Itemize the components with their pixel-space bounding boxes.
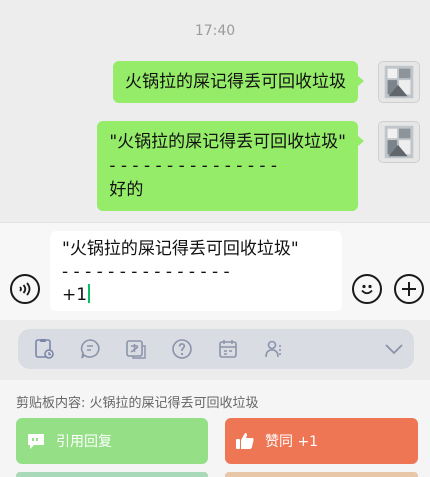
quote-reply-label: 引用回复 bbox=[56, 434, 112, 450]
voice-icon bbox=[16, 280, 34, 298]
input-bar: "火锅拉的屎记得丢可回收垃圾" - - - - - - - - - - - - … bbox=[0, 222, 430, 320]
more-button[interactable] bbox=[394, 274, 424, 304]
keyboard-toolbar bbox=[18, 329, 414, 369]
message-bubble-2[interactable]: "火锅拉的屎记得丢可回收垃圾" - - - - - - - - - - - - … bbox=[97, 121, 364, 211]
avatar[interactable] bbox=[378, 61, 420, 103]
chat-area: 17:40 火锅拉的屎记得丢可回收垃圾 "火锅拉的屎记得丢可回收垃圾" - - … bbox=[0, 0, 430, 222]
keyboard-toolbar-area bbox=[0, 320, 430, 380]
plus-icon bbox=[400, 280, 418, 298]
message-input-text: "火锅拉的屎记得丢可回收垃圾" - - - - - - - - - - - - … bbox=[62, 239, 299, 305]
panel-strip bbox=[16, 472, 208, 477]
avatar[interactable] bbox=[378, 121, 420, 163]
quote-reply-button[interactable]: 引用回复 bbox=[16, 418, 208, 464]
clipboard-icon[interactable] bbox=[32, 337, 56, 361]
quote-icon bbox=[26, 432, 46, 450]
collapse-icon[interactable] bbox=[382, 337, 406, 361]
calendar-icon[interactable] bbox=[216, 337, 240, 361]
message-bubble-1[interactable]: 火锅拉的屎记得丢可回收垃圾 bbox=[113, 61, 364, 103]
panel-strip bbox=[225, 472, 418, 477]
emoji-icon bbox=[357, 279, 377, 299]
emoji-button[interactable] bbox=[352, 274, 382, 304]
agree-plus-one-label: 赞同 +1 bbox=[265, 434, 319, 450]
question-icon[interactable] bbox=[170, 337, 194, 361]
clipboard-content-label: 剪贴板内容: 火锅拉的屎记得丢可回收垃圾 bbox=[16, 396, 259, 411]
chat-icon[interactable] bbox=[78, 337, 102, 361]
translate-icon[interactable] bbox=[124, 337, 148, 361]
agree-plus-one-button[interactable]: 赞同 +1 bbox=[225, 418, 418, 464]
thumbs-up-icon bbox=[235, 432, 255, 450]
text-caret bbox=[88, 284, 91, 303]
people-icon[interactable] bbox=[262, 337, 286, 361]
clipboard-panel: 剪贴板内容: 火锅拉的屎记得丢可回收垃圾 引用回复 赞同 +1 bbox=[0, 380, 430, 477]
message-input[interactable]: "火锅拉的屎记得丢可回收垃圾" - - - - - - - - - - - - … bbox=[50, 231, 342, 311]
voice-button[interactable] bbox=[10, 274, 40, 304]
message-timestamp: 17:40 bbox=[194, 23, 236, 39]
